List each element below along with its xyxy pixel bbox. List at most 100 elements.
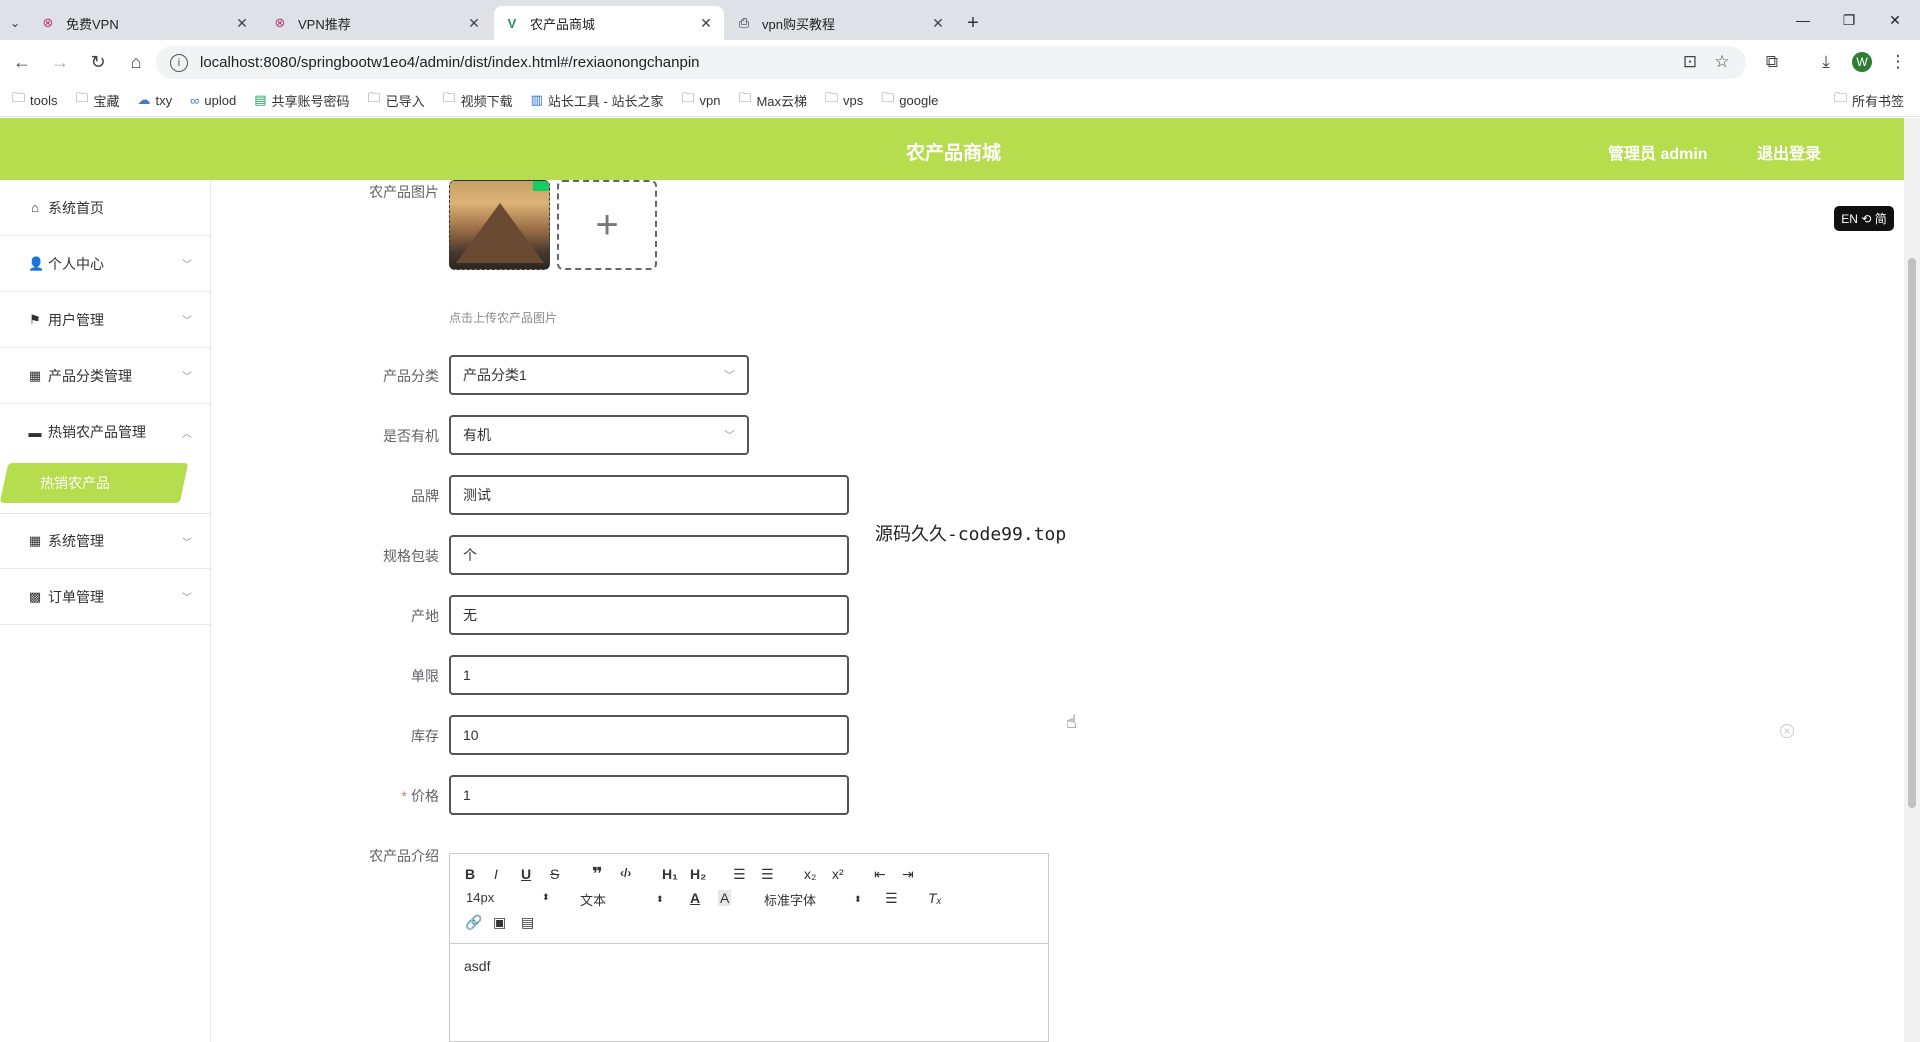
download-icon[interactable]: ⤓ xyxy=(1810,46,1842,78)
subscript-icon[interactable]: x₂ xyxy=(804,866,816,882)
bookmark-link[interactable]: ∞ uplod xyxy=(190,93,236,108)
strike-icon[interactable]: S xyxy=(550,866,559,882)
bookmark-folder[interactable]: 🗀 宝藏 xyxy=(75,89,119,111)
price-input[interactable] xyxy=(449,775,849,815)
brand-input[interactable] xyxy=(449,475,849,515)
all-bookmarks[interactable]: 🗀 所有书签 xyxy=(1834,89,1904,111)
bookmark-folder[interactable]: 🗀 已导入 xyxy=(368,89,425,111)
extensions-icon[interactable]: ⧉ xyxy=(1756,46,1788,78)
folder-icon: 🗀 xyxy=(681,90,695,105)
minimize-icon[interactable]: — xyxy=(1780,0,1826,40)
close-circle-icon[interactable]: ✕ xyxy=(1780,724,1794,738)
font-family-select[interactable]: 标准字体 ⬍ xyxy=(764,890,864,909)
screenshot-icon[interactable]: ⊡ xyxy=(1674,46,1706,78)
close-icon[interactable]: ✕ xyxy=(234,15,250,32)
language-toggle[interactable]: EN ⟲ 简 xyxy=(1834,206,1894,231)
h1-icon[interactable]: H₁ xyxy=(662,866,678,882)
sidebar-item-hot-products[interactable]: ▬ 热销农产品管理 ︿ xyxy=(0,404,210,460)
folder-icon: 🗀 xyxy=(825,90,839,105)
bookmark-link[interactable]: ▤ 共享账号密码 xyxy=(254,91,349,110)
restore-icon[interactable]: ❐ xyxy=(1826,0,1872,40)
spec-input[interactable] xyxy=(449,535,849,575)
blockquote-icon[interactable]: ❞ xyxy=(592,864,603,885)
sidebar-item-personal[interactable]: 👤 个人中心 ﹀ xyxy=(0,236,210,292)
editor-content[interactable]: asdf xyxy=(464,958,490,974)
logout-button[interactable]: 退出登录 xyxy=(1757,140,1821,164)
bullet-list-icon[interactable]: ☰ xyxy=(761,866,774,883)
watermark-text: 源码久久-code99.top xyxy=(875,524,1067,545)
sidebar-item-orders[interactable]: ▩ 订单管理 ﹀ xyxy=(0,569,210,625)
indent-icon[interactable]: ⇥ xyxy=(902,866,914,883)
upload-add-button[interactable]: + xyxy=(557,180,657,270)
new-tab-icon[interactable]: + xyxy=(958,6,988,40)
sidebar-item-home[interactable]: ⌂ 系统首页 xyxy=(0,180,210,236)
profile-avatar[interactable]: W xyxy=(1846,46,1878,78)
folder-icon: 🗀 xyxy=(12,90,26,105)
bookmark-folder[interactable]: 🗀 Max云梯 xyxy=(738,89,807,111)
reload-icon[interactable]: ↻ xyxy=(82,46,114,78)
menu-kebab-icon[interactable]: ⋮ xyxy=(1882,46,1914,78)
sidebar-item-users[interactable]: ⚑ 用户管理 ﹀ xyxy=(0,292,210,348)
spec-label: 规格包装 xyxy=(383,548,439,564)
flag-icon: ⚑ xyxy=(29,311,41,327)
organic-label: 是否有机 xyxy=(383,428,439,444)
browser-tab-3-active[interactable]: V 农产品商城 ✕ xyxy=(494,6,724,40)
italic-icon[interactable]: I xyxy=(494,866,498,882)
bookmark-link[interactable]: ☁ txy xyxy=(138,92,173,108)
chevron-down-icon: ﹀ xyxy=(182,260,192,271)
background-color-icon[interactable]: A xyxy=(718,890,732,906)
close-icon[interactable]: ✕ xyxy=(698,15,714,32)
code-icon[interactable]: ‹/› xyxy=(620,866,631,880)
bookmark-folder[interactable]: 🗀 视频下载 xyxy=(443,89,513,111)
underline-icon[interactable]: U xyxy=(521,866,531,882)
address-bar[interactable]: i localhost:8080/springbootw1eo4/admin/d… xyxy=(156,46,1746,79)
limit-label: 单限 xyxy=(411,668,439,684)
sidebar-item-system[interactable]: ▦ 系统管理 ﹀ xyxy=(0,513,210,569)
product-image-thumbnail[interactable] xyxy=(449,180,550,270)
outdent-icon[interactable]: ⇤ xyxy=(874,866,886,883)
limit-input[interactable] xyxy=(449,655,849,695)
bookmark-label: 共享账号密码 xyxy=(271,93,350,109)
header-select[interactable]: 文本 ⬍ xyxy=(580,890,664,909)
h2-icon[interactable]: H₂ xyxy=(690,866,706,882)
tab-search-chevron-icon[interactable]: ⌄ xyxy=(0,6,30,40)
superscript-icon[interactable]: x² xyxy=(832,866,844,882)
clear-format-icon[interactable]: Tₓ xyxy=(928,890,942,906)
price-label: * 价格 xyxy=(319,786,439,806)
link-icon[interactable]: 🔗 xyxy=(465,914,482,931)
home-browser-icon[interactable]: ⌂ xyxy=(120,46,152,78)
close-icon[interactable]: ✕ xyxy=(466,15,482,32)
browser-tab-1[interactable]: ⊗ 免费VPN ✕ xyxy=(30,6,260,40)
browser-tab-4[interactable]: ⎙ vpn购买教程 ✕ xyxy=(726,6,956,40)
sheet-icon: ▤ xyxy=(254,92,267,107)
close-icon[interactable]: ✕ xyxy=(930,15,946,32)
scrollbar-thumb[interactable] xyxy=(1908,258,1916,808)
bookmark-star-icon[interactable]: ☆ xyxy=(1706,46,1738,78)
video-icon[interactable]: ▤ xyxy=(521,914,534,931)
category-select[interactable]: 产品分类1 ﹀ xyxy=(449,355,749,395)
sidebar-subitem-hot-products[interactable]: 热销农产品 xyxy=(40,473,110,493)
align-icon[interactable]: ☰ xyxy=(885,890,898,907)
image-icon[interactable]: ▣ xyxy=(493,914,506,931)
back-icon[interactable]: ← xyxy=(6,46,38,78)
stock-input[interactable] xyxy=(449,715,849,755)
bookmark-folder[interactable]: 🗀 vpn xyxy=(681,89,720,111)
font-size-select[interactable]: 14px ⬍ xyxy=(466,890,550,905)
bookmark-folder[interactable]: 🗀 google xyxy=(881,89,938,111)
bookmark-folder[interactable]: 🗀 tools xyxy=(12,89,57,111)
browser-tab-2[interactable]: ⊗ VPN推荐 ✕ xyxy=(262,6,492,40)
site-info-icon[interactable]: i xyxy=(170,53,188,72)
bold-icon[interactable]: B xyxy=(465,866,475,882)
origin-input[interactable] xyxy=(449,595,849,635)
folder-icon: 🗀 xyxy=(367,90,381,105)
sidebar-item-categories[interactable]: ▦ 产品分类管理 ﹀ xyxy=(0,348,210,404)
forward-icon[interactable]: → xyxy=(44,46,76,78)
article-icon: ⎙ xyxy=(738,15,750,30)
bookmark-folder[interactable]: 🗀 vps xyxy=(825,89,863,111)
close-window-icon[interactable]: ✕ xyxy=(1872,0,1918,40)
ordered-list-icon[interactable]: ☰ xyxy=(733,866,746,883)
vertical-scrollbar[interactable] xyxy=(1904,118,1920,1042)
bookmark-link[interactable]: ▥ 站长工具 - 站长之家 xyxy=(531,91,664,110)
text-color-icon[interactable]: A xyxy=(690,890,700,906)
organic-select[interactable]: 有机 ﹀ xyxy=(449,415,749,455)
